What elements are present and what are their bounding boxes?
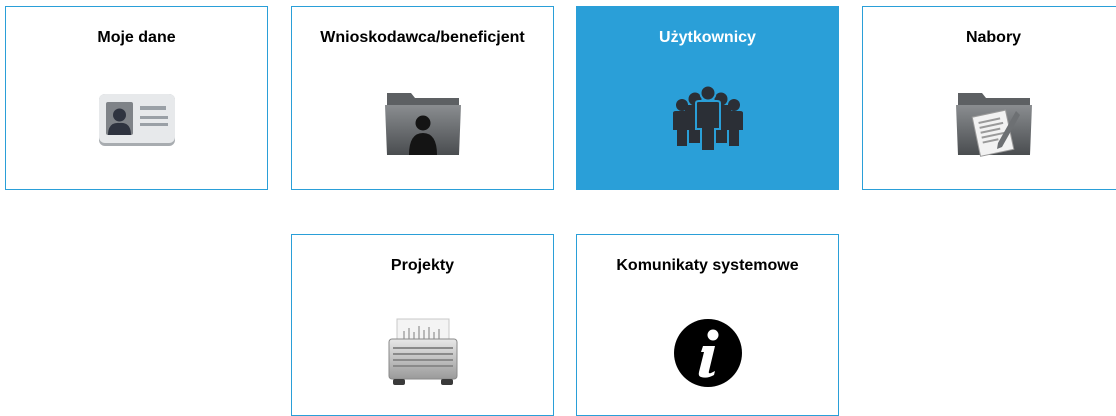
users-group-icon — [672, 84, 743, 152]
info-icon — [673, 319, 742, 387]
tile-projekty[interactable]: Projekty — [291, 234, 554, 416]
file-cabinet-icon — [388, 318, 457, 385]
tile-title: Projekty — [390, 257, 455, 274]
tile-title: Komunikaty systemowe — [616, 257, 799, 274]
tile-title: Moje dane — [97, 29, 176, 46]
tile-title: Wnioskodawca/beneficjent — [320, 29, 525, 46]
tile-wnioskodawca-beneficjent[interactable]: Wnioskodawca/beneficjent — [291, 6, 554, 190]
tile-moje-dane[interactable]: Moje dane — [5, 6, 268, 190]
folder-document-icon — [955, 93, 1032, 157]
folder-person-icon — [384, 93, 461, 155]
tile-title: Nabory — [965, 29, 1022, 46]
tile-title: Użytkownicy — [659, 29, 756, 46]
tile-nabory[interactable]: Nabory — [862, 6, 1116, 190]
tile-komunikaty-systemowe[interactable]: Komunikaty systemowe — [576, 234, 839, 416]
tile-uzytkownicy[interactable]: Użytkownicy — [576, 6, 839, 190]
id-card-icon — [98, 94, 175, 146]
